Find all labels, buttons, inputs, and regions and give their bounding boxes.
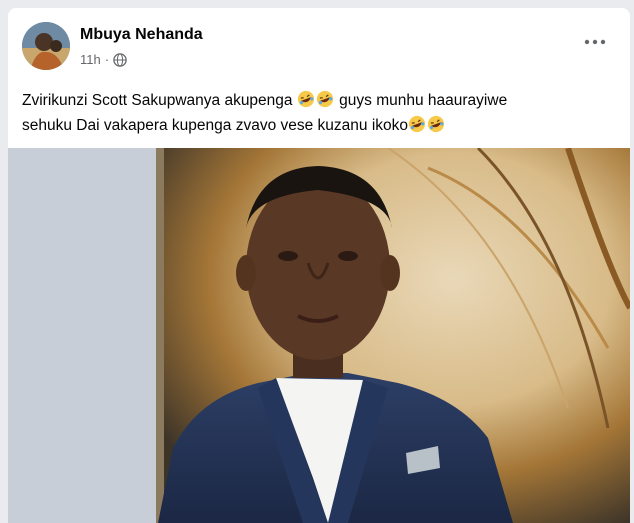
post-text-part1: Zvirikunzi Scott Sakupwanya akupenga: [22, 92, 293, 109]
author-name[interactable]: Mbuya Nehanda: [80, 26, 203, 44]
post-text-part2: guys munhu haaurayiwe: [339, 92, 508, 109]
laughing-emoji-icon: [427, 115, 445, 133]
post-photo[interactable]: [8, 148, 630, 523]
more-options-icon[interactable]: [580, 32, 610, 52]
post-meta: 11h ·: [80, 52, 127, 67]
laughing-emoji-icon: [297, 90, 314, 108]
globe-icon: [113, 52, 127, 67]
laughing-emoji-icon: [408, 115, 426, 133]
post-card: Mbuya Nehanda 11h · Zvirikunzi Scott Sak…: [8, 8, 630, 523]
post-header: Mbuya Nehanda 11h ·: [8, 8, 630, 80]
post-text-part3: sehuku Dai vakapera kupenga zvavo vese k…: [22, 117, 409, 134]
meta-separator: ·: [104, 52, 110, 67]
laughing-emoji-icon: [316, 90, 333, 108]
author-avatar[interactable]: [22, 22, 70, 70]
post-text: Zvirikunzi Scott Sakupwanya akupenga guy…: [22, 88, 618, 138]
post-timestamp[interactable]: 11h: [80, 52, 101, 67]
